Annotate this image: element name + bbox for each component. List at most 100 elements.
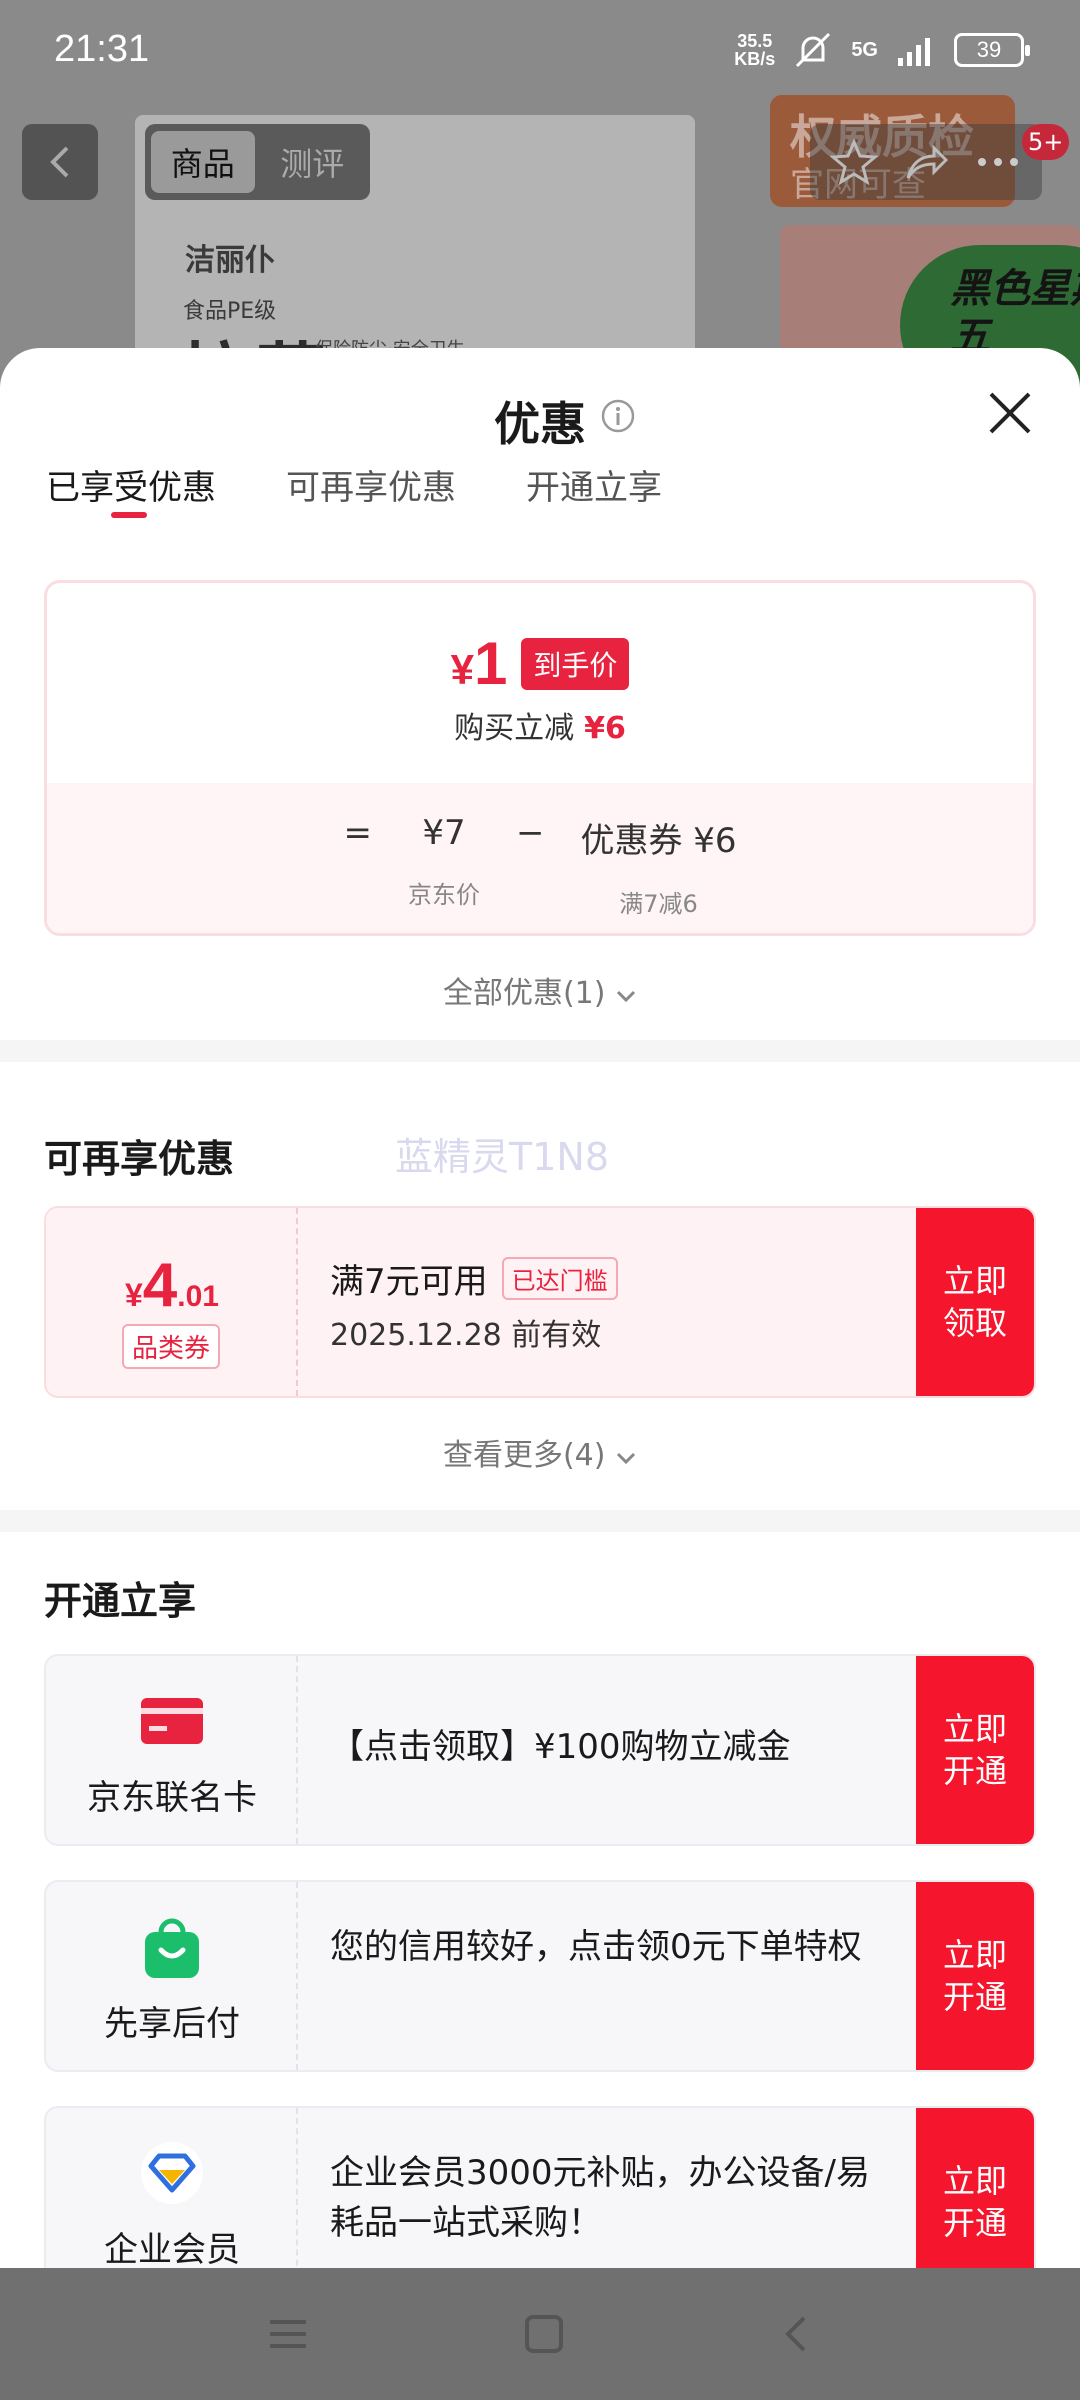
tab-more-available[interactable]: 可再享优惠 xyxy=(286,468,456,528)
claim-button-line1: 立即 xyxy=(942,1262,1007,1300)
open-now-button[interactable]: 立即 开通 xyxy=(916,1882,1034,2070)
coupon-amount-area: ¥4.01 品类券 xyxy=(46,1208,298,1396)
open-item-text: 您的信用较好，点击领0元下单特权 xyxy=(330,1927,862,1967)
open-button-line1: 立即 xyxy=(942,2162,1007,2200)
open-item-name: 企业会员 xyxy=(104,2230,240,2268)
minus-sign: − xyxy=(515,813,545,853)
category-coupon: ¥4.01 品类券 满7元可用 已达门槛 2025.12.28 前有效 立即领取 xyxy=(44,1206,1036,1398)
open-now-button[interactable]: 立即 开通 xyxy=(916,1656,1034,1844)
chevron-left-icon xyxy=(50,146,69,178)
favorite-star-icon[interactable] xyxy=(830,138,878,186)
open-item-left: 京东联名卡 xyxy=(46,1656,298,1844)
threshold-reached-badge: 已达门槛 xyxy=(501,1257,618,1300)
product-actions xyxy=(810,124,1042,200)
tab-product[interactable]: 商品 xyxy=(151,131,255,193)
chevron-down-icon xyxy=(616,1452,636,1465)
info-icon[interactable] xyxy=(600,398,636,434)
final-price: ¥1 xyxy=(451,629,508,698)
coupon-discount-value: 优惠券 ¥6 xyxy=(580,821,737,861)
shopping-bag-icon xyxy=(145,1918,199,1978)
open-item-text: 【点击领取】¥100购物立减金 xyxy=(330,1727,791,1767)
credit-card-icon xyxy=(141,1698,203,1744)
jd-price-value: ¥7 xyxy=(422,813,466,853)
vibrate-off-icon xyxy=(796,32,831,68)
open-button-line1: 立即 xyxy=(942,1936,1007,1974)
calc-jd-price: ¥7 京东价 xyxy=(408,813,480,919)
final-price-area: ¥1 到手价 购买立减 ¥6 xyxy=(47,583,1033,783)
signal-icon xyxy=(898,38,930,66)
coupon-expiry: 2025.12.28 前有效 xyxy=(330,1318,602,1353)
back-button[interactable] xyxy=(22,124,98,200)
back-nav-icon[interactable] xyxy=(778,2312,814,2356)
jd-price-label: 京东价 xyxy=(407,881,480,909)
currency-symbol: ¥ xyxy=(450,646,474,693)
coupon-condition-label: 满7减6 xyxy=(619,890,698,918)
network-speed-value: 35.5 xyxy=(737,31,773,51)
discount-tabs: 已享受优惠 可再享优惠 开通立享 xyxy=(0,468,1080,540)
claim-coupon-button[interactable]: 立即 领取 xyxy=(916,1208,1034,1396)
final-price-row: ¥1 到手价 xyxy=(47,629,1033,698)
close-icon[interactable] xyxy=(985,388,1035,438)
sheet-header: 优惠 xyxy=(0,348,1080,468)
product-brand: 洁丽仆 xyxy=(185,243,275,278)
calc-equals: = xyxy=(343,813,372,919)
product-tabs: 商品 测评 xyxy=(145,124,370,200)
price-breakdown-card: ¥1 到手价 购买立减 ¥6 = ¥7 京东价 − 优惠券 ¥6 满7减6 xyxy=(44,580,1036,936)
system-nav-bar xyxy=(0,2268,1080,2400)
open-enjoy-title: 开通立享 xyxy=(44,1579,197,1623)
sheet-title: 优惠 xyxy=(494,397,586,451)
coupon-condition-row: 满7元可用 已达门槛 xyxy=(330,1254,618,1303)
calc-minus: − xyxy=(516,813,545,919)
tab-open-enjoy[interactable]: 开通立享 xyxy=(526,468,662,528)
see-more-label: 查看更多(4) xyxy=(442,1438,606,1473)
watermark: 蓝精灵T1N8 xyxy=(395,1135,609,1179)
tab-review[interactable]: 测评 xyxy=(261,131,365,193)
reduction-summary: 购买立减 ¥6 xyxy=(47,703,1033,747)
open-button-line2: 开通 xyxy=(942,1978,1007,2016)
section-divider xyxy=(0,1040,1080,1062)
equals-sign: = xyxy=(343,813,372,853)
enterprise-diamond-icon xyxy=(141,2142,203,2204)
status-time: 21:31 xyxy=(54,28,150,70)
battery-icon: 39 xyxy=(954,33,1030,67)
status-bar: 21:31 35.5 KB/s 5G 39 xyxy=(0,0,1080,100)
open-item-jd-card: 京东联名卡 【点击领取】¥100购物立减金 立即开通 xyxy=(44,1654,1036,1846)
open-item-left: 先享后付 xyxy=(46,1882,298,2070)
promo-badge-text: 黑色星期五 xyxy=(950,266,1080,360)
tab-enjoyed[interactable]: 已享受优惠 xyxy=(46,468,216,528)
menu-icon[interactable] xyxy=(266,2314,310,2354)
open-button-line2: 开通 xyxy=(942,2204,1007,2242)
home-icon[interactable] xyxy=(522,2312,566,2356)
open-button-line1: 立即 xyxy=(942,1710,1007,1748)
final-price-value: 1 xyxy=(473,630,508,697)
more-badge: 5+ xyxy=(1022,124,1070,160)
coupon-type-badge: 品类券 xyxy=(122,1324,221,1369)
calc-coupon: 优惠券 ¥6 满7减6 xyxy=(580,813,736,919)
coupon-amount-dec: .01 xyxy=(177,1280,219,1313)
open-item-pay-later: 先享后付 您的信用较好，点击领0元下单特权 立即开通 xyxy=(44,1880,1036,2072)
more-icon[interactable] xyxy=(974,154,1022,170)
status-icons: 35.5 KB/s 5G 39 xyxy=(734,30,1030,70)
calculation-row: = ¥7 京东价 − 优惠券 ¥6 满7减6 xyxy=(47,813,1033,919)
network-speed: 35.5 KB/s xyxy=(734,32,775,68)
all-discounts-toggle[interactable]: 全部优惠(1) xyxy=(0,968,1080,1012)
open-now-button[interactable]: 立即 开通 xyxy=(916,2108,1034,2268)
open-button-line2: 开通 xyxy=(942,1752,1007,1790)
discount-sheet: 优惠 已享受优惠 可再享优惠 开通立享 ¥1 到手价 购买立减 ¥6 = ¥7 … xyxy=(0,348,1080,2268)
open-item-name: 先享后付 xyxy=(104,2004,240,2044)
coupon-amount: ¥4.01 xyxy=(46,1250,298,1321)
open-item-enterprise: 企业会员 企业会员3000元补贴，办公设备/易耗品一站式采购！ 立即开通 xyxy=(44,2106,1036,2268)
network-type: 5G xyxy=(851,38,878,61)
coupon-condition: 满7元可用 xyxy=(330,1262,488,1302)
coupon-currency: ¥ xyxy=(125,1277,143,1313)
claim-button-line2: 领取 xyxy=(942,1304,1007,1342)
network-speed-unit: KB/s xyxy=(734,49,776,69)
see-more-toggle[interactable]: 查看更多(4) xyxy=(0,1430,1080,1474)
open-item-text: 企业会员3000元补贴，办公设备/易耗品一站式采购！ xyxy=(330,2153,870,2243)
all-discounts-label: 全部优惠(1) xyxy=(442,976,606,1011)
reduction-label: 购买立减 xyxy=(454,711,575,746)
price-calculation: = ¥7 京东价 − 优惠券 ¥6 满7减6 xyxy=(47,783,1033,933)
share-icon[interactable] xyxy=(902,138,950,186)
final-price-tag: 到手价 xyxy=(521,637,630,690)
chevron-down-icon xyxy=(616,990,636,1003)
